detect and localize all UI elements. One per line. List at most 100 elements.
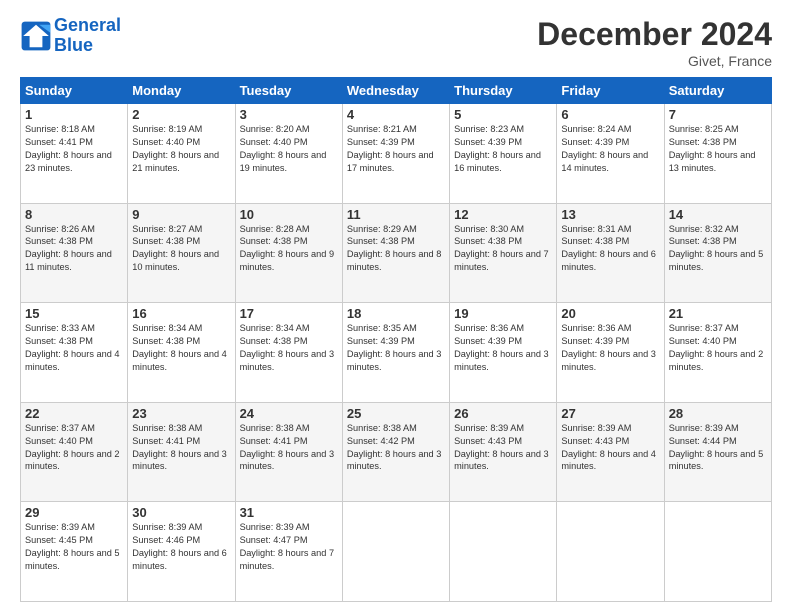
calendar-cell: 8 Sunrise: 8:26 AM Sunset: 4:38 PM Dayli… bbox=[21, 203, 128, 303]
day-info: Sunrise: 8:31 AM Sunset: 4:38 PM Dayligh… bbox=[561, 223, 659, 275]
day-number: 25 bbox=[347, 406, 445, 421]
calendar-cell: 9 Sunrise: 8:27 AM Sunset: 4:38 PM Dayli… bbox=[128, 203, 235, 303]
day-number: 22 bbox=[25, 406, 123, 421]
day-number: 6 bbox=[561, 107, 659, 122]
day-info: Sunrise: 8:19 AM Sunset: 4:40 PM Dayligh… bbox=[132, 123, 230, 175]
day-number: 19 bbox=[454, 306, 552, 321]
day-number: 2 bbox=[132, 107, 230, 122]
logo-text: General Blue bbox=[54, 16, 121, 56]
calendar-cell bbox=[342, 502, 449, 602]
day-info: Sunrise: 8:20 AM Sunset: 4:40 PM Dayligh… bbox=[240, 123, 338, 175]
day-number: 24 bbox=[240, 406, 338, 421]
calendar-cell: 27 Sunrise: 8:39 AM Sunset: 4:43 PM Dayl… bbox=[557, 402, 664, 502]
day-info: Sunrise: 8:38 AM Sunset: 4:41 PM Dayligh… bbox=[132, 422, 230, 474]
day-number: 20 bbox=[561, 306, 659, 321]
day-number: 26 bbox=[454, 406, 552, 421]
col-friday: Friday bbox=[557, 78, 664, 104]
calendar-cell: 5 Sunrise: 8:23 AM Sunset: 4:39 PM Dayli… bbox=[450, 104, 557, 204]
day-info: Sunrise: 8:39 AM Sunset: 4:46 PM Dayligh… bbox=[132, 521, 230, 573]
calendar-cell: 22 Sunrise: 8:37 AM Sunset: 4:40 PM Dayl… bbox=[21, 402, 128, 502]
logo-line2: Blue bbox=[54, 35, 93, 55]
day-info: Sunrise: 8:39 AM Sunset: 4:47 PM Dayligh… bbox=[240, 521, 338, 573]
day-info: Sunrise: 8:21 AM Sunset: 4:39 PM Dayligh… bbox=[347, 123, 445, 175]
day-number: 12 bbox=[454, 207, 552, 222]
calendar-cell: 25 Sunrise: 8:38 AM Sunset: 4:42 PM Dayl… bbox=[342, 402, 449, 502]
day-info: Sunrise: 8:28 AM Sunset: 4:38 PM Dayligh… bbox=[240, 223, 338, 275]
day-info: Sunrise: 8:36 AM Sunset: 4:39 PM Dayligh… bbox=[454, 322, 552, 374]
day-info: Sunrise: 8:27 AM Sunset: 4:38 PM Dayligh… bbox=[132, 223, 230, 275]
day-number: 30 bbox=[132, 505, 230, 520]
day-number: 13 bbox=[561, 207, 659, 222]
calendar-cell: 4 Sunrise: 8:21 AM Sunset: 4:39 PM Dayli… bbox=[342, 104, 449, 204]
calendar-cell: 31 Sunrise: 8:39 AM Sunset: 4:47 PM Dayl… bbox=[235, 502, 342, 602]
day-number: 15 bbox=[25, 306, 123, 321]
day-info: Sunrise: 8:25 AM Sunset: 4:38 PM Dayligh… bbox=[669, 123, 767, 175]
day-number: 17 bbox=[240, 306, 338, 321]
day-info: Sunrise: 8:29 AM Sunset: 4:38 PM Dayligh… bbox=[347, 223, 445, 275]
day-info: Sunrise: 8:38 AM Sunset: 4:42 PM Dayligh… bbox=[347, 422, 445, 474]
calendar-cell: 2 Sunrise: 8:19 AM Sunset: 4:40 PM Dayli… bbox=[128, 104, 235, 204]
calendar-week-3: 15 Sunrise: 8:33 AM Sunset: 4:38 PM Dayl… bbox=[21, 303, 772, 403]
calendar-week-2: 8 Sunrise: 8:26 AM Sunset: 4:38 PM Dayli… bbox=[21, 203, 772, 303]
day-info: Sunrise: 8:26 AM Sunset: 4:38 PM Dayligh… bbox=[25, 223, 123, 275]
day-number: 21 bbox=[669, 306, 767, 321]
day-number: 9 bbox=[132, 207, 230, 222]
day-info: Sunrise: 8:32 AM Sunset: 4:38 PM Dayligh… bbox=[669, 223, 767, 275]
col-tuesday: Tuesday bbox=[235, 78, 342, 104]
calendar-cell: 26 Sunrise: 8:39 AM Sunset: 4:43 PM Dayl… bbox=[450, 402, 557, 502]
day-info: Sunrise: 8:39 AM Sunset: 4:43 PM Dayligh… bbox=[561, 422, 659, 474]
day-number: 29 bbox=[25, 505, 123, 520]
day-info: Sunrise: 8:39 AM Sunset: 4:43 PM Dayligh… bbox=[454, 422, 552, 474]
day-number: 18 bbox=[347, 306, 445, 321]
title-block: December 2024 Givet, France bbox=[537, 16, 772, 69]
day-number: 14 bbox=[669, 207, 767, 222]
calendar-cell: 19 Sunrise: 8:36 AM Sunset: 4:39 PM Dayl… bbox=[450, 303, 557, 403]
calendar-header-row: Sunday Monday Tuesday Wednesday Thursday… bbox=[21, 78, 772, 104]
col-saturday: Saturday bbox=[664, 78, 771, 104]
day-info: Sunrise: 8:24 AM Sunset: 4:39 PM Dayligh… bbox=[561, 123, 659, 175]
calendar-cell: 11 Sunrise: 8:29 AM Sunset: 4:38 PM Dayl… bbox=[342, 203, 449, 303]
day-info: Sunrise: 8:34 AM Sunset: 4:38 PM Dayligh… bbox=[240, 322, 338, 374]
logo-line1: General bbox=[54, 15, 121, 35]
day-number: 5 bbox=[454, 107, 552, 122]
col-wednesday: Wednesday bbox=[342, 78, 449, 104]
page: General Blue December 2024 Givet, France… bbox=[0, 0, 792, 612]
calendar-cell: 30 Sunrise: 8:39 AM Sunset: 4:46 PM Dayl… bbox=[128, 502, 235, 602]
calendar-cell: 10 Sunrise: 8:28 AM Sunset: 4:38 PM Dayl… bbox=[235, 203, 342, 303]
day-info: Sunrise: 8:34 AM Sunset: 4:38 PM Dayligh… bbox=[132, 322, 230, 374]
month-title: December 2024 bbox=[537, 16, 772, 53]
header: General Blue December 2024 Givet, France bbox=[20, 16, 772, 69]
day-number: 1 bbox=[25, 107, 123, 122]
calendar-cell: 1 Sunrise: 8:18 AM Sunset: 4:41 PM Dayli… bbox=[21, 104, 128, 204]
calendar-cell: 14 Sunrise: 8:32 AM Sunset: 4:38 PM Dayl… bbox=[664, 203, 771, 303]
day-info: Sunrise: 8:39 AM Sunset: 4:45 PM Dayligh… bbox=[25, 521, 123, 573]
col-thursday: Thursday bbox=[450, 78, 557, 104]
day-info: Sunrise: 8:33 AM Sunset: 4:38 PM Dayligh… bbox=[25, 322, 123, 374]
day-number: 16 bbox=[132, 306, 230, 321]
day-info: Sunrise: 8:18 AM Sunset: 4:41 PM Dayligh… bbox=[25, 123, 123, 175]
day-number: 10 bbox=[240, 207, 338, 222]
logo: General Blue bbox=[20, 16, 121, 56]
calendar-week-1: 1 Sunrise: 8:18 AM Sunset: 4:41 PM Dayli… bbox=[21, 104, 772, 204]
day-number: 27 bbox=[561, 406, 659, 421]
calendar: Sunday Monday Tuesday Wednesday Thursday… bbox=[20, 77, 772, 602]
day-info: Sunrise: 8:36 AM Sunset: 4:39 PM Dayligh… bbox=[561, 322, 659, 374]
calendar-cell: 21 Sunrise: 8:37 AM Sunset: 4:40 PM Dayl… bbox=[664, 303, 771, 403]
calendar-cell: 17 Sunrise: 8:34 AM Sunset: 4:38 PM Dayl… bbox=[235, 303, 342, 403]
calendar-cell bbox=[557, 502, 664, 602]
day-number: 8 bbox=[25, 207, 123, 222]
calendar-cell bbox=[450, 502, 557, 602]
calendar-cell: 16 Sunrise: 8:34 AM Sunset: 4:38 PM Dayl… bbox=[128, 303, 235, 403]
calendar-cell: 28 Sunrise: 8:39 AM Sunset: 4:44 PM Dayl… bbox=[664, 402, 771, 502]
day-info: Sunrise: 8:37 AM Sunset: 4:40 PM Dayligh… bbox=[669, 322, 767, 374]
calendar-cell: 24 Sunrise: 8:38 AM Sunset: 4:41 PM Dayl… bbox=[235, 402, 342, 502]
day-number: 11 bbox=[347, 207, 445, 222]
col-sunday: Sunday bbox=[21, 78, 128, 104]
day-info: Sunrise: 8:30 AM Sunset: 4:38 PM Dayligh… bbox=[454, 223, 552, 275]
calendar-week-4: 22 Sunrise: 8:37 AM Sunset: 4:40 PM Dayl… bbox=[21, 402, 772, 502]
calendar-cell: 23 Sunrise: 8:38 AM Sunset: 4:41 PM Dayl… bbox=[128, 402, 235, 502]
day-number: 28 bbox=[669, 406, 767, 421]
day-number: 31 bbox=[240, 505, 338, 520]
day-number: 3 bbox=[240, 107, 338, 122]
logo-icon bbox=[20, 20, 52, 52]
